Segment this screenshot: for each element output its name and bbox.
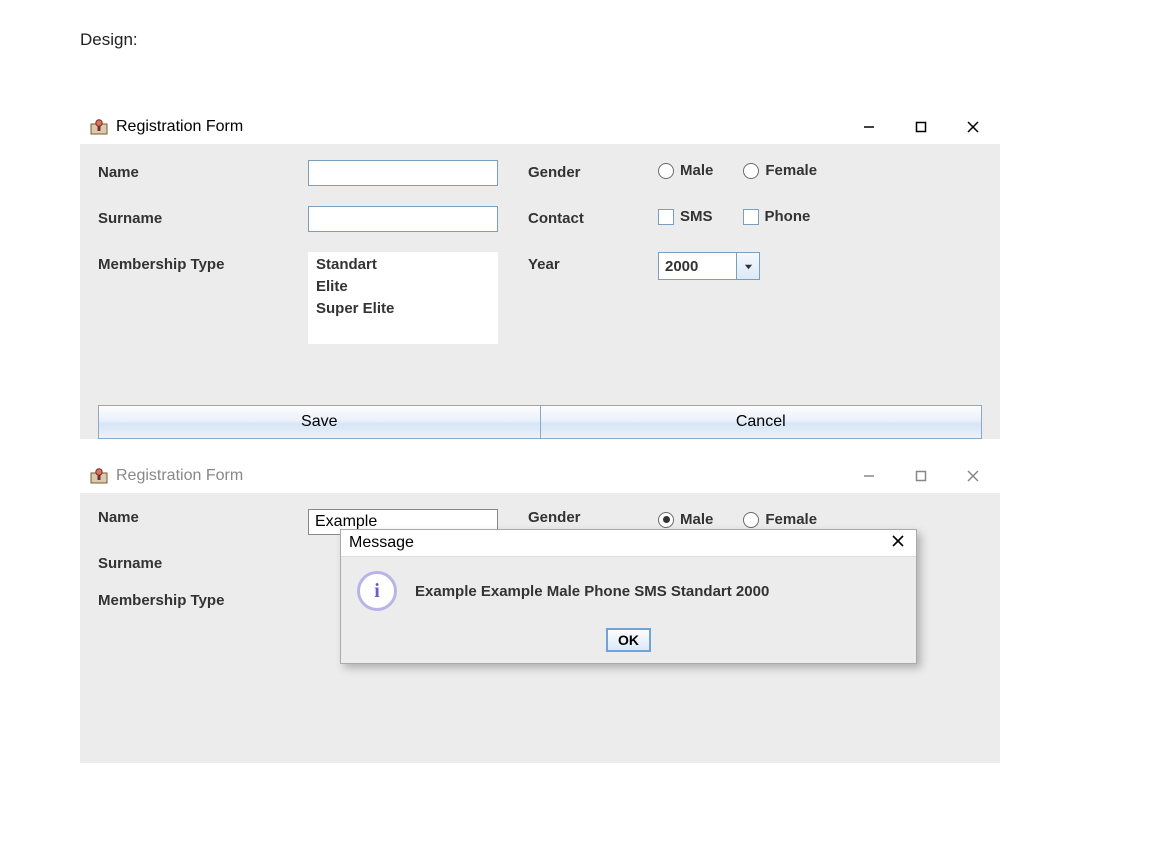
surname-label: Surname [98,555,298,572]
gender-label: Gender [528,509,648,526]
contact-sms-label: SMS [680,208,713,225]
contact-phone-label: Phone [765,208,811,225]
gender-male-radio[interactable]: Male [658,511,713,528]
dialog-message: Example Example Male Phone SMS Standart … [415,583,769,600]
membership-label: Membership Type [98,592,298,609]
titlebar: Registration Form [80,459,1000,493]
checkbox-icon [658,209,674,225]
gender-male-label: Male [680,511,713,528]
maximize-button[interactable] [906,115,936,139]
info-icon: i [357,571,397,611]
membership-label: Membership Type [98,252,298,273]
radio-icon [658,163,674,179]
app-icon [90,118,108,136]
list-item[interactable]: Elite [316,276,490,298]
gender-female-label: Female [765,162,817,179]
gender-male-label: Male [680,162,713,179]
contact-sms-check[interactable]: SMS [658,208,713,225]
registration-window-with-dialog: Registration Form Name Gender [80,459,1000,763]
close-button[interactable] [958,115,988,139]
close-button[interactable] [958,464,988,488]
registration-window-design: Registration Form Name Gender [80,110,1000,439]
save-button[interactable]: Save [98,405,541,439]
surname-input[interactable] [308,206,498,232]
window-title: Registration Form [116,118,854,136]
contact-phone-check[interactable]: Phone [743,208,811,225]
form-body: Name Gender Male Female Surname Contact [80,144,1000,439]
titlebar: Registration Form [80,110,1000,144]
name-label: Name [98,509,298,526]
radio-icon [658,512,674,528]
gender-female-label: Female [765,511,817,528]
minimize-button[interactable] [854,115,884,139]
maximize-button[interactable] [906,464,936,488]
name-input[interactable] [308,160,498,186]
cancel-button[interactable]: Cancel [541,405,983,439]
name-label: Name [98,160,298,181]
minimize-button[interactable] [854,464,884,488]
message-dialog: Message i Example Example Male Phone SMS… [340,529,917,664]
radio-icon [743,163,759,179]
year-combobox[interactable]: 2000 [658,252,760,280]
window-title: Registration Form [116,467,854,485]
gender-label: Gender [528,160,648,181]
surname-label: Surname [98,206,298,227]
gender-female-radio[interactable]: Female [743,511,817,528]
membership-listbox[interactable]: Standart Elite Super Elite [308,252,498,344]
year-value: 2000 [659,258,736,275]
checkbox-icon [743,209,759,225]
ok-button[interactable]: OK [607,629,650,651]
gender-male-radio[interactable]: Male [658,162,713,179]
list-item[interactable]: Standart [316,254,490,276]
dialog-title: Message [349,534,888,552]
close-icon[interactable] [888,534,908,552]
dialog-titlebar: Message [341,530,916,557]
form-body: Name Gender Male Female Surname Membersh… [80,493,1000,763]
page-heading: Design: [80,30,1088,50]
gender-female-radio[interactable]: Female [743,162,817,179]
list-item[interactable]: Super Elite [316,298,490,320]
radio-icon [743,512,759,528]
contact-label: Contact [528,206,648,227]
year-label: Year [528,252,648,273]
app-icon [90,467,108,485]
chevron-down-icon[interactable] [736,253,759,279]
